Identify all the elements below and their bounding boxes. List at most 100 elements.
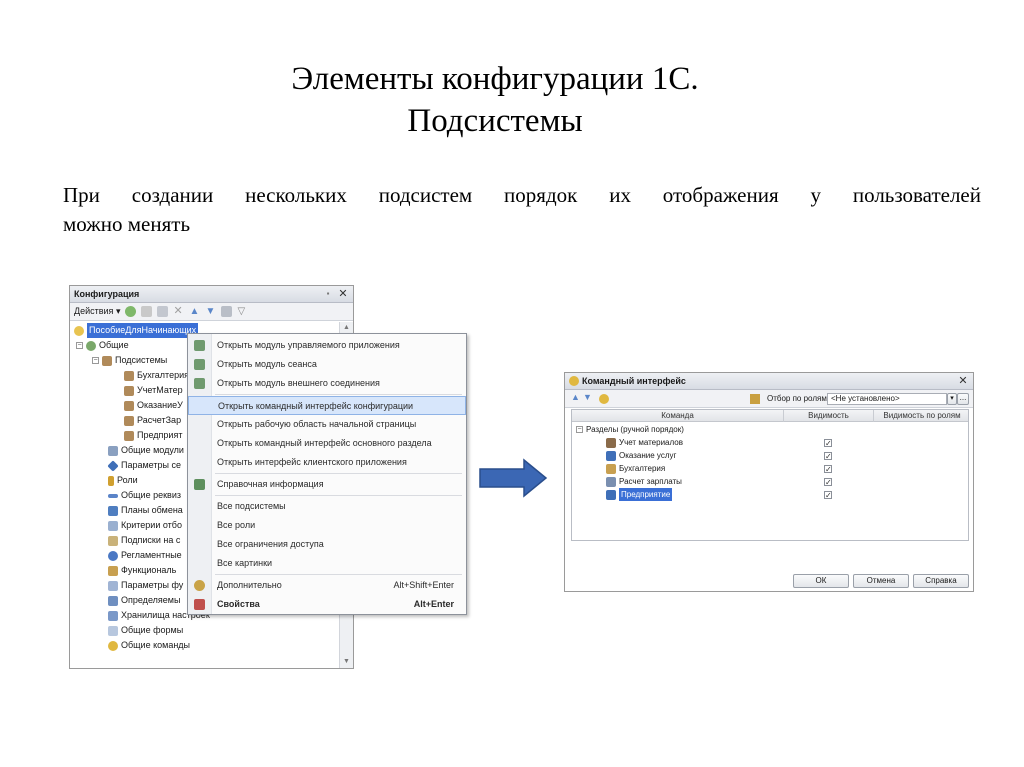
menu-item-open-app-module[interactable]: Открыть модуль управляемого приложения xyxy=(188,336,466,355)
ok-button[interactable]: ОК xyxy=(793,574,849,588)
slide-body-text: При создании нескольких подсистем порядо… xyxy=(63,181,981,239)
menu-item-open-command-interface[interactable]: Открыть командный интерфейс конфигурации xyxy=(188,396,466,415)
tree-root[interactable]: ПособиеДляНачинающих xyxy=(74,323,199,338)
tree-item[interactable]: Общие реквиз xyxy=(108,488,181,503)
group-row-sections[interactable]: − Разделы (ручной порядок) xyxy=(576,423,684,436)
close-icon[interactable]: ✕ xyxy=(957,375,969,387)
tree-subsystem-item[interactable]: Бухгалтерия xyxy=(124,368,189,383)
edit-icon[interactable] xyxy=(141,306,153,317)
move-up-icon[interactable]: ▲ xyxy=(571,392,580,402)
menu-shortcut: Alt+Enter xyxy=(413,599,454,609)
help-button[interactable]: Справка xyxy=(913,574,969,588)
move-down-icon[interactable]: ▼ xyxy=(583,392,592,402)
filter-by-roles-label: Отбор по ролям: xyxy=(767,394,830,403)
menu-item-all-pictures[interactable]: Все картинки xyxy=(188,554,466,573)
menu-item-open-main-section[interactable]: Открыть командный интерфейс основного ра… xyxy=(188,434,466,453)
menu-item-open-session-module[interactable]: Открыть модуль сеанса xyxy=(188,355,466,374)
add-icon[interactable] xyxy=(125,306,137,317)
visibility-checkbox[interactable]: ✓ xyxy=(824,478,832,487)
command-row[interactable]: Оказание услуг xyxy=(606,449,676,462)
tree-item-label: Подписки на с xyxy=(121,535,181,545)
context-menu: Открыть модуль управляемого приложения О… xyxy=(187,333,467,615)
command-name: Оказание услуг xyxy=(619,451,677,460)
tree-item-label: Общие формы xyxy=(121,625,184,635)
tree-item-label: Функциональ xyxy=(121,565,177,575)
tree-item-label: Параметры фу xyxy=(121,580,184,590)
visibility-checkbox[interactable]: ✓ xyxy=(824,465,832,474)
roles-settings-icon[interactable] xyxy=(750,394,760,404)
command-row[interactable]: Расчет зарплаты xyxy=(606,475,682,488)
menu-item-all-restrictions[interactable]: Все ограничения доступа xyxy=(188,535,466,554)
payroll-icon xyxy=(606,476,616,487)
right-arrow-icon xyxy=(479,458,548,498)
roles-icon xyxy=(108,475,114,486)
tree-item[interactable]: Параметры фу xyxy=(108,578,183,593)
tree-subsystem-item[interactable]: Предприят xyxy=(124,428,182,443)
close-icon[interactable]: ✕ xyxy=(337,288,349,300)
tree-item[interactable]: Общие формы xyxy=(108,623,183,638)
collapse-toggle-icon[interactable]: − xyxy=(76,342,83,349)
menu-item-reference-info[interactable]: Справочная информация xyxy=(188,475,466,494)
copy-icon[interactable] xyxy=(157,306,169,317)
menu-item-all-roles[interactable]: Все роли xyxy=(188,516,466,535)
menu-separator xyxy=(215,495,462,496)
dropdown-arrow-icon[interactable]: ▾ xyxy=(947,393,957,405)
command-row[interactable]: Предприятие xyxy=(606,488,673,501)
menu-item-all-subsystems[interactable]: Все подсистемы xyxy=(188,497,466,516)
tree-item[interactable]: Функциональ xyxy=(108,563,176,578)
tree-item[interactable]: Подписки на с xyxy=(108,533,180,548)
column-header-visibility[interactable]: Видимость xyxy=(784,410,874,422)
tree-subsystems[interactable]: − Подсистемы xyxy=(92,353,167,368)
materials-icon xyxy=(606,437,616,448)
delete-icon[interactable]: ✕ xyxy=(173,306,184,317)
column-header-command[interactable]: Команда xyxy=(572,410,784,422)
menu-item-open-external-module[interactable]: Открыть модуль внешнего соединения xyxy=(188,374,466,393)
tree-item[interactable]: Критерии отбо xyxy=(108,518,182,533)
tree-subsystem-item[interactable]: ОказаниеУ xyxy=(124,398,183,413)
help-info-icon xyxy=(194,479,205,490)
tree-subsystem-item[interactable]: УчетМатер xyxy=(124,383,183,398)
filter-by-roles-field[interactable]: <Не установлено> xyxy=(827,393,947,405)
menu-item-label: Открыть модуль внешнего соединения xyxy=(217,378,380,388)
config-root-icon xyxy=(74,325,84,336)
move-down-icon[interactable]: ▼ xyxy=(205,306,216,317)
actions-menu-button[interactable]: Действия ▾ xyxy=(74,306,120,317)
collapse-toggle-icon[interactable]: − xyxy=(576,426,583,433)
visibility-checkbox[interactable]: ✓ xyxy=(824,439,832,448)
command-name: Расчет зарплаты xyxy=(619,477,682,486)
menu-item-label: Открыть командный интерфейс конфигурации xyxy=(218,401,414,411)
tree-item[interactable]: Общие команды xyxy=(108,638,190,653)
cancel-button[interactable]: Отмена xyxy=(853,574,909,588)
column-header-visibility-by-roles[interactable]: Видимость по ролям xyxy=(874,410,970,422)
tree-item[interactable]: Регламентные xyxy=(108,548,182,563)
command-row[interactable]: Бухгалтерия xyxy=(606,462,665,475)
tree-item[interactable]: Роли xyxy=(108,473,138,488)
tree-item[interactable]: Планы обмена xyxy=(108,503,183,518)
menu-item-additional[interactable]: Дополнительно Alt+Shift+Enter xyxy=(188,576,466,595)
command-row[interactable]: Учет материалов xyxy=(606,436,683,449)
subsystem-icon xyxy=(124,430,134,441)
menu-item-properties[interactable]: Свойства Alt+Enter xyxy=(188,595,466,614)
tree-item-label: Параметры се xyxy=(121,460,181,470)
visibility-checkbox[interactable]: ✓ xyxy=(824,452,832,461)
menu-item-open-start-page[interactable]: Открыть рабочую область начальной страни… xyxy=(188,415,466,434)
configuration-title: Конфигурация xyxy=(74,289,140,299)
tree-item[interactable]: Параметры се xyxy=(107,458,181,473)
collapse-toggle-icon[interactable]: − xyxy=(92,357,99,364)
tree-item[interactable]: Определяемы xyxy=(108,593,180,608)
sort-icon[interactable] xyxy=(221,306,233,317)
pin-icon[interactable]: ▪ xyxy=(323,288,333,300)
tree-item[interactable]: Общие модули xyxy=(108,443,184,458)
menu-item-open-client-interface[interactable]: Открыть интерфейс клиентского приложения xyxy=(188,453,466,472)
slide-title-line2: Подсистемы xyxy=(407,103,583,139)
choose-button[interactable]: ... xyxy=(957,393,969,405)
scroll-down-icon[interactable]: ▼ xyxy=(340,656,353,668)
command-name: Предприятие xyxy=(619,488,673,501)
refresh-icon[interactable] xyxy=(599,394,609,404)
tree-common[interactable]: − Общие xyxy=(76,338,129,353)
filter-icon[interactable]: ▽ xyxy=(237,306,248,317)
tree-subsystem-item[interactable]: РасчетЗар xyxy=(124,413,181,428)
visibility-checkbox[interactable]: ✓ xyxy=(824,491,832,500)
actions-label: Действия xyxy=(74,306,114,316)
move-up-icon[interactable]: ▲ xyxy=(189,306,200,317)
